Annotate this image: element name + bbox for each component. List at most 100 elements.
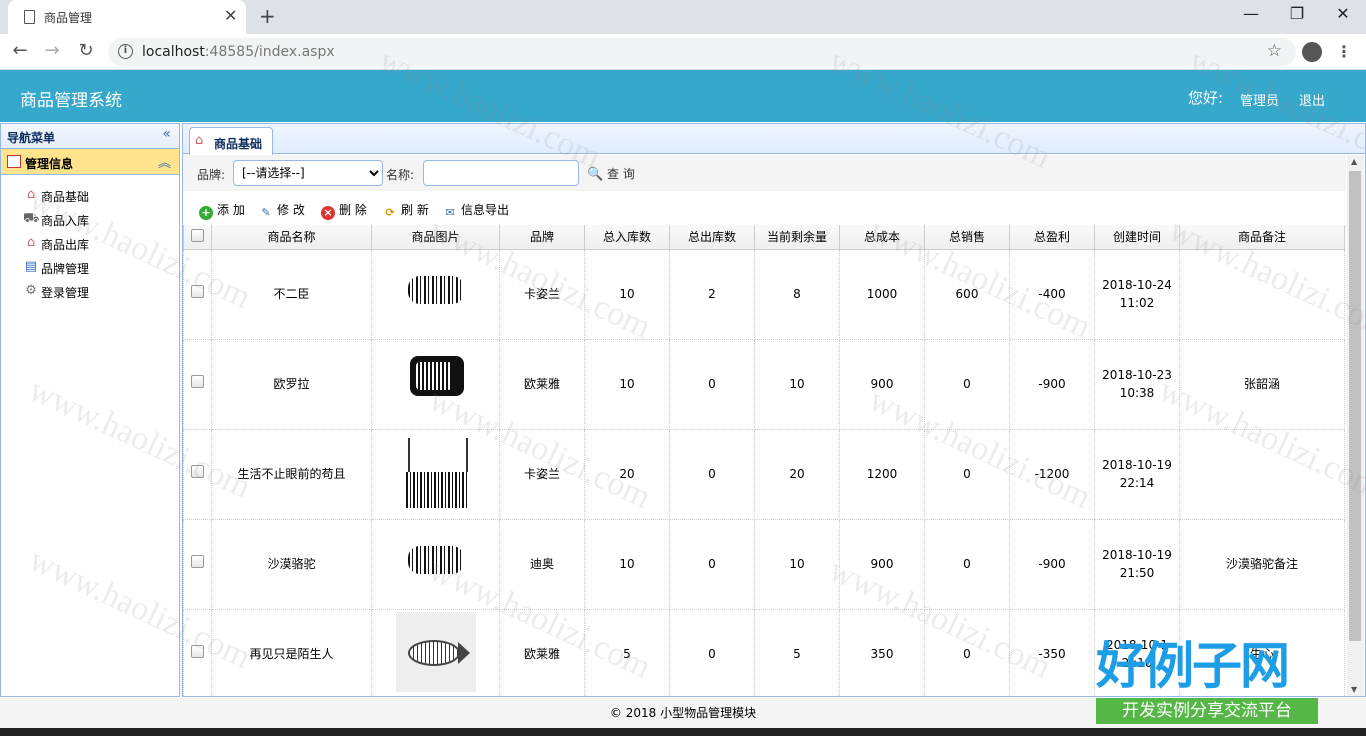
created-time: 2018-10-24 11:02 [1094,248,1180,340]
sidebar-item-goods-out[interactable]: ⌂ 商品出库 [1,231,179,255]
tab-goods-basic[interactable]: ⌂ 商品基础 [189,127,273,155]
total-profit: -1200 [1009,428,1095,520]
collapse-icon[interactable]: « [162,126,171,142]
menu-icon[interactable]: ⋮ [1336,42,1352,61]
select-all-checkbox[interactable] [191,228,204,242]
remain: 5 [754,608,840,697]
barcode-art-image [396,252,476,332]
add-button[interactable]: + 添 加 [199,201,245,220]
column-header[interactable]: 总盈利 [1009,225,1095,250]
brand-select[interactable]: [--请选择--] [233,160,383,186]
select-all-cell[interactable] [183,225,212,250]
vertical-scrollbar[interactable]: ▲ ▼ [1347,155,1364,696]
goods-note [1179,428,1345,520]
brand-label: 品牌: [197,168,226,182]
delete-button[interactable]: × 删 除 [321,201,367,220]
sidebar: 导航菜单 « 管理信息 ︽ ⌂ 商品基础 ⛟ 商品入库 ⌂ 商品出库 ▤ 品牌管理 ⚙ 登… [0,123,180,697]
sidebar-item-label: 商品出库 [41,238,90,252]
new-tab-icon[interactable]: + [259,4,276,28]
column-header[interactable]: 商品名称 [211,225,372,250]
goods-note: 沙漠骆驼备注 [1179,518,1345,610]
close-window-icon[interactable]: ✕ [1328,4,1358,23]
chevron-up-icon[interactable]: ︽ [158,152,171,171]
remain: 10 [754,518,840,610]
reload-icon[interactable]: ↻ [74,40,98,61]
scroll-thumb[interactable] [1349,171,1361,641]
app-header: 商品管理系统 您好: 管理员 退出 [0,70,1366,122]
brand: 迪奥 [499,518,585,610]
row-checkbox[interactable] [191,285,204,298]
home-icon: ⌂ [26,235,36,250]
name-input[interactable] [423,160,579,186]
column-header[interactable]: 总销售 [924,225,1010,250]
sidebar-menu: ⌂ 商品基础 ⛟ 商品入库 ⌂ 商品出库 ▤ 品牌管理 ⚙ 登录管理 [1,175,179,303]
scroll-down-icon[interactable]: ▼ [1351,685,1357,694]
row-checkbox[interactable] [191,465,204,478]
forward-icon[interactable]: → [40,40,64,61]
group-label: 管理信息 [25,157,74,171]
table-header: 商品名称 商品图片 品牌 总入库数 总出库数 当前剩余量 总成本 总销售 总盈利… [183,225,1345,250]
column-header[interactable]: 品牌 [499,225,585,250]
total-out: 0 [669,338,755,430]
brand: 欧莱雅 [499,338,585,430]
name-label: 名称: [386,168,415,182]
edit-button[interactable]: ✎ 修 改 [259,201,304,220]
restore-icon[interactable]: ❐ [1282,4,1312,23]
sidebar-group[interactable]: 管理信息 ︽ [1,149,179,175]
table-row[interactable]: 不二臣 卡姿兰 10 2 8 1000 600 -400 2018-10-24 1… [183,248,1345,340]
filter-bar: 品牌: [--请选择--] 名称: 🔍 查 询 [183,155,1346,191]
table-row[interactable]: 生活不止眼前的苟且 卡姿兰 20 0 20 1200 0 -1200 2018-… [183,428,1345,520]
row-checkbox[interactable] [191,375,204,388]
sidebar-header: 导航菜单 « [1,124,179,149]
goods-image-cell [371,338,500,430]
column-header[interactable]: 当前剩余量 [754,225,840,250]
table-row[interactable]: 欧罗拉 欧莱雅 10 0 10 900 0 -900 2018-10-23 10:… [183,338,1345,430]
back-icon[interactable]: ← [8,40,32,61]
minimize-icon[interactable]: — [1236,4,1266,23]
column-header[interactable]: 商品图片 [371,225,500,250]
column-header[interactable]: 总出库数 [669,225,755,250]
goods-name: 欧罗拉 [211,338,372,430]
goods-image-cell [371,608,500,697]
bookmark-star-icon[interactable]: ☆ [1267,41,1282,61]
tree-barcode-image [396,432,476,512]
cart-icon: ⛟ [23,211,40,226]
delete-icon: × [321,206,335,220]
scroll-up-icon[interactable]: ▲ [1351,157,1357,166]
address-bar[interactable]: i localhost:48585/index.aspx ☆ [108,38,1296,66]
total-cost: 900 [839,518,925,610]
sidebar-item-goods-in[interactable]: ⛟ 商品入库 [1,207,179,231]
sidebar-item-login[interactable]: ⚙ 登录管理 [1,279,179,303]
total-profit: -900 [1009,338,1095,430]
total-in: 20 [584,428,670,520]
column-header[interactable]: 总入库数 [584,225,670,250]
column-header[interactable]: 创建时间 [1094,225,1180,250]
table-row[interactable]: 沙漠骆驼 迪奥 10 0 10 900 0 -900 2018-10-19 21:… [183,518,1345,610]
total-out: 0 [669,608,755,697]
url-text[interactable]: localhost:48585/index.aspx [142,44,335,60]
query-button[interactable]: 🔍 查 询 [587,165,635,182]
sidebar-item-brand[interactable]: ▤ 品牌管理 [1,255,179,279]
pencil-icon: ✎ [261,206,271,219]
row-checkbox[interactable] [191,555,204,568]
refresh-button[interactable]: ⟳ 刷 新 [383,201,428,220]
info-icon[interactable]: i [118,44,133,59]
browser-tabstrip: 商品管理 ✕ + — ❐ ✕ [0,0,1366,34]
column-header[interactable]: 商品备注 [1179,225,1345,250]
row-checkbox[interactable] [191,645,204,658]
user-name[interactable]: 管理员 [1240,90,1279,109]
data-grid: 商品名称 商品图片 品牌 总入库数 总出库数 当前剩余量 总成本 总销售 总盈利… [183,225,1346,697]
column-header[interactable]: 总成本 [839,225,925,250]
export-button[interactable]: ✉ 信息导出 [443,201,509,220]
sidebar-item-label: 商品入库 [41,214,90,228]
sidebar-item-goods-basic[interactable]: ⌂ 商品基础 [1,183,179,207]
browser-tab[interactable]: 商品管理 ✕ [8,0,246,34]
total-profit: -400 [1009,248,1095,340]
close-tab-icon[interactable]: ✕ [224,6,237,25]
total-in: 10 [584,338,670,430]
logout-link[interactable]: 退出 [1299,90,1325,109]
action-toolbar: + 添 加 ✎ 修 改 × 删 除 ⟳ 刷 新 ✉ 信息导出 [183,194,1346,222]
logo-title: 好例子网 [1096,637,1290,695]
account-icon[interactable] [1302,42,1322,62]
brand: 卡姿兰 [499,428,585,520]
